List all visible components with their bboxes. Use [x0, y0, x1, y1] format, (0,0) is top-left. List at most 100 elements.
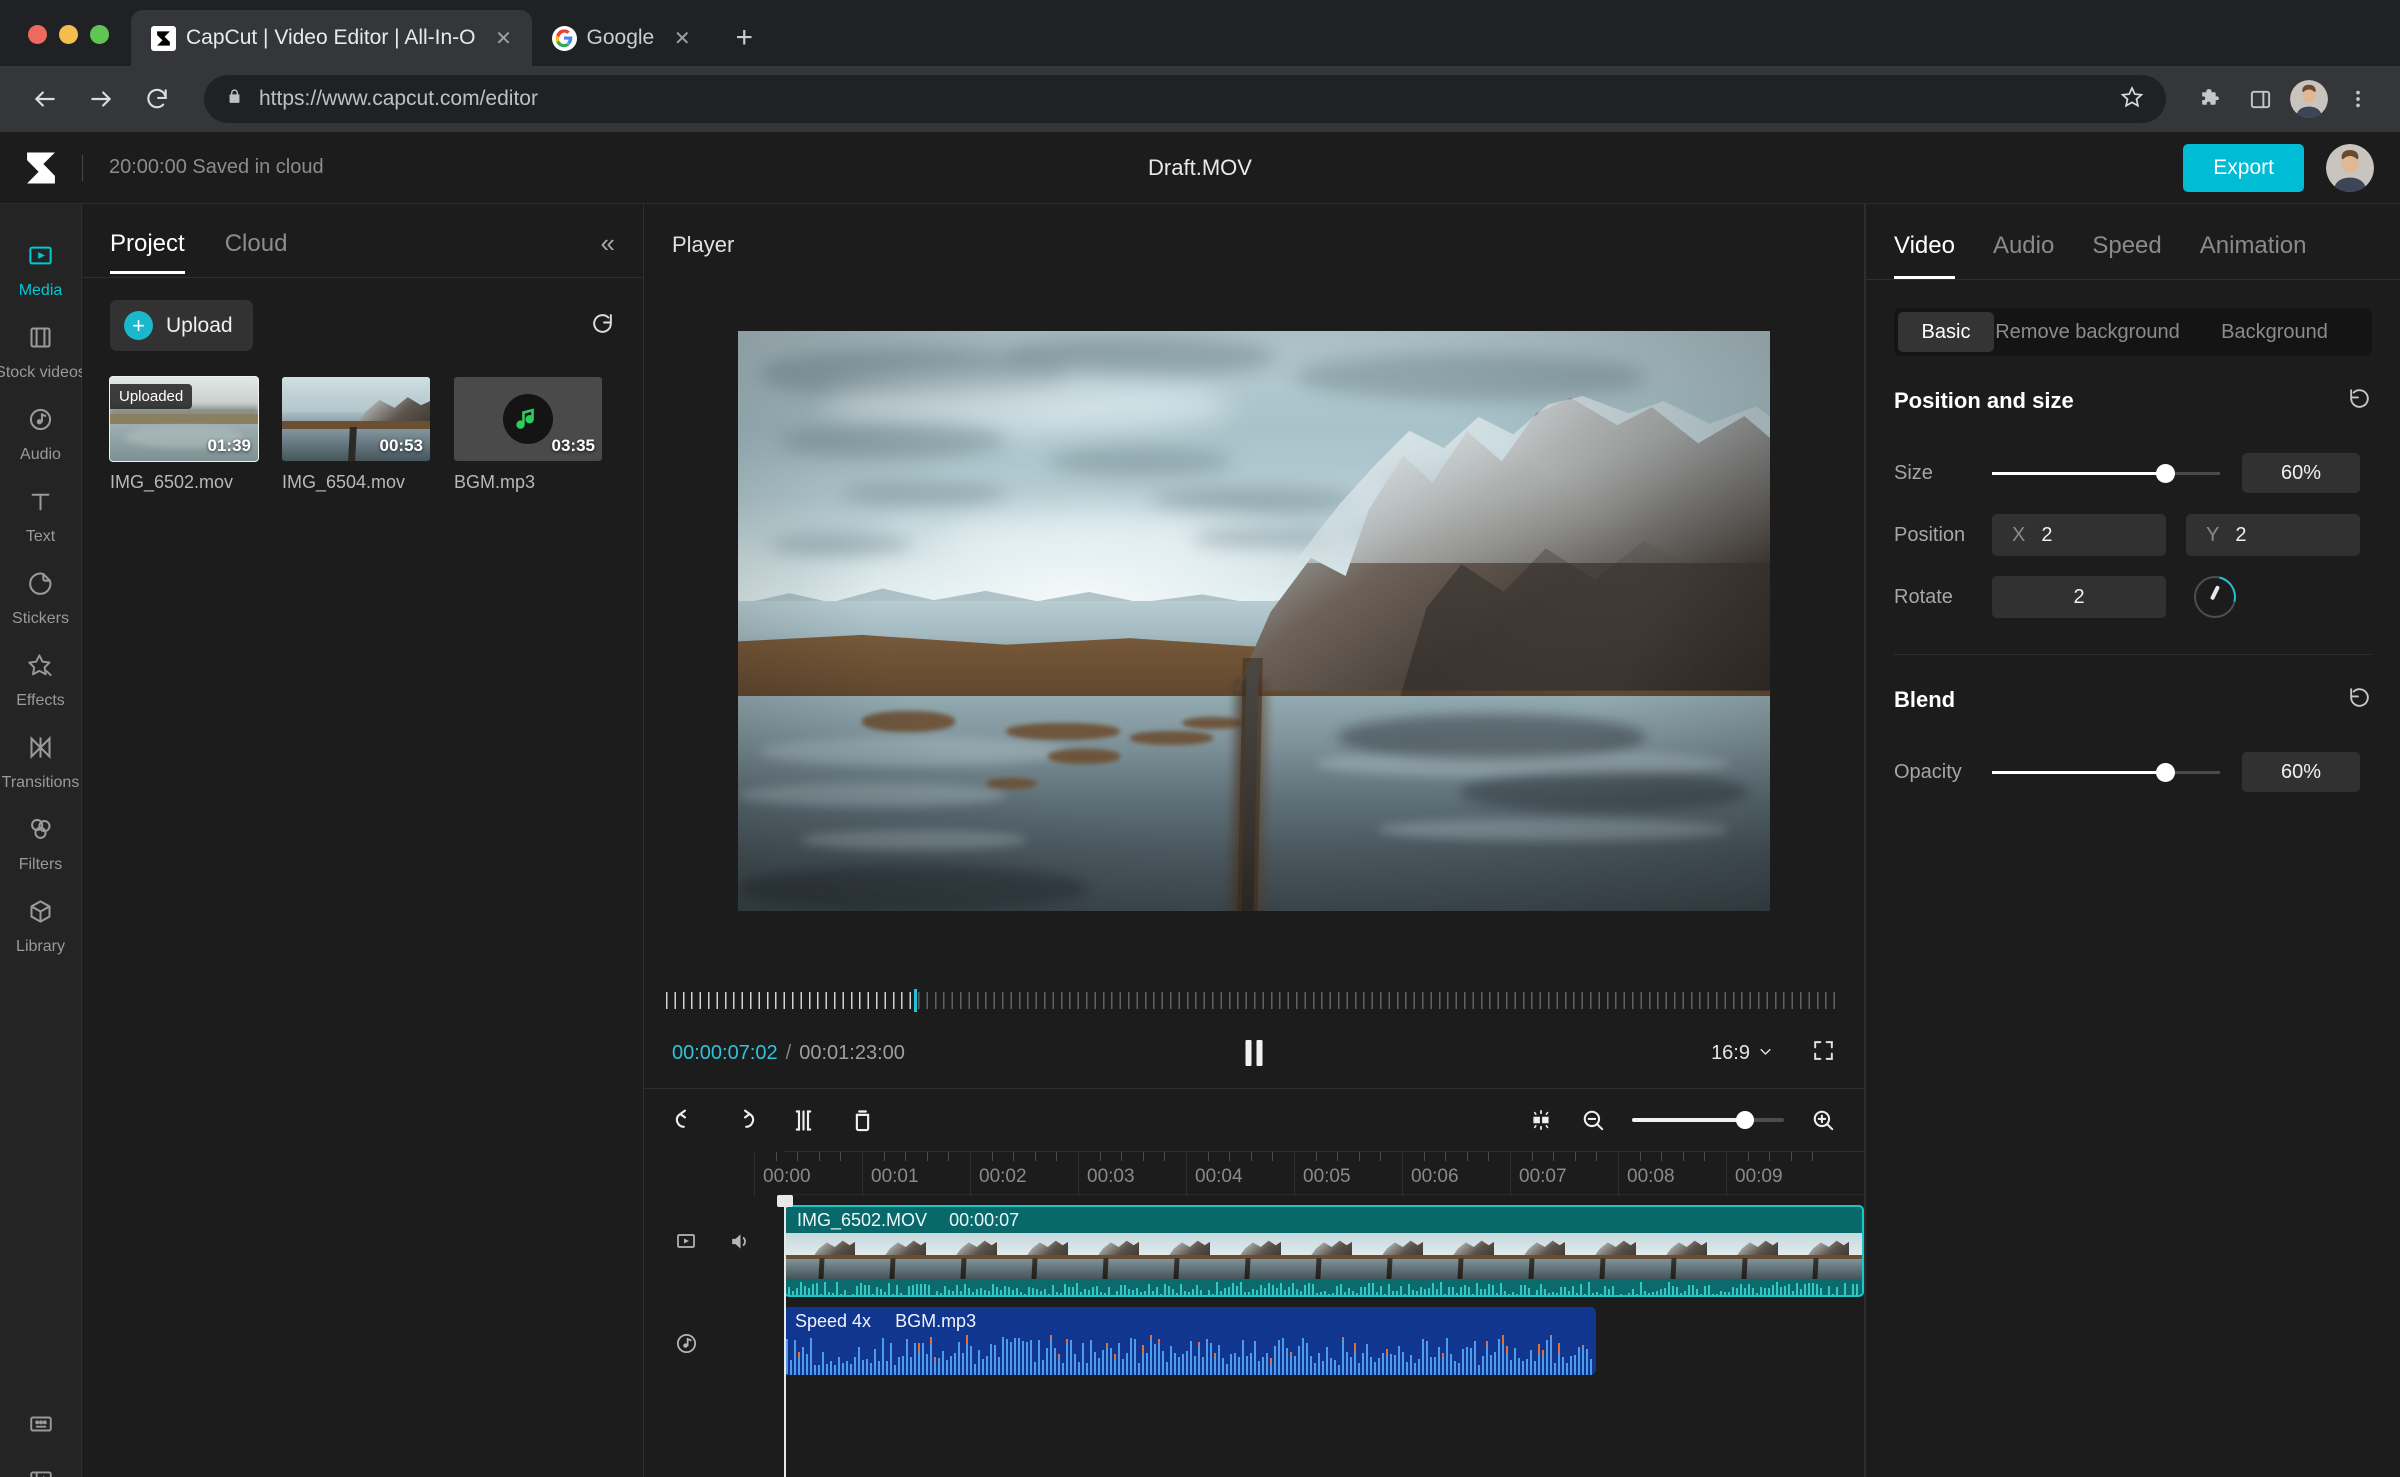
zoom-in-icon[interactable] — [1810, 1107, 1836, 1133]
timeline-clip-video[interactable]: IMG_6502.MOV 00:00:07 — [784, 1205, 1864, 1297]
fullscreen-icon[interactable] — [1811, 1038, 1836, 1068]
forward-arrow-icon[interactable] — [78, 76, 124, 122]
sidebar-item-text[interactable]: Text — [0, 474, 82, 556]
zoom-out-icon[interactable] — [1580, 1107, 1606, 1133]
redo-icon[interactable] — [731, 1107, 758, 1134]
address-bar[interactable]: https://www.capcut.com/editor — [204, 75, 2166, 123]
browser-tab-google[interactable]: Google ✕ — [532, 10, 711, 66]
reset-icon[interactable] — [2347, 386, 2372, 416]
aspect-ratio-selector[interactable]: 16:9 — [1711, 1042, 1773, 1065]
sidebar-item-transitions[interactable]: Transitions — [0, 720, 82, 802]
segment-remove-background[interactable]: Remove background — [1994, 312, 2181, 352]
tab-video[interactable]: Video — [1894, 232, 1955, 279]
rotate-dial-icon[interactable] — [2194, 576, 2236, 618]
side-panel-icon[interactable] — [2240, 79, 2280, 119]
media-item-bgm[interactable]: 03:35 BGM.mp3 — [454, 377, 602, 493]
video-preview[interactable] — [738, 331, 1770, 911]
rotate-value-input[interactable]: 2 — [1992, 576, 2166, 618]
back-arrow-icon[interactable] — [22, 76, 68, 122]
position-x-input[interactable]: X 2 — [1992, 514, 2166, 556]
segment-basic[interactable]: Basic — [1898, 312, 1994, 352]
player-scrubber[interactable] — [644, 984, 1864, 1018]
refresh-icon[interactable] — [590, 311, 615, 341]
maximize-window-button[interactable] — [90, 25, 109, 44]
waveform-bar — [1142, 1353, 1144, 1375]
timeline-playhead[interactable] — [784, 1195, 786, 1477]
zoom-slider-handle[interactable] — [1736, 1111, 1754, 1129]
waveform-bar — [1462, 1349, 1464, 1375]
waveform-bar — [880, 1289, 882, 1297]
tab-cloud[interactable]: Cloud — [225, 230, 288, 274]
media-item-img6502[interactable]: Uploaded 01:39 IMG_6502.mov — [110, 377, 258, 493]
reset-icon[interactable] — [2347, 685, 2372, 715]
media-thumbnail[interactable]: Uploaded 01:39 — [110, 377, 258, 461]
opacity-row: Opacity 60% — [1894, 741, 2372, 803]
tab-project[interactable]: Project — [110, 230, 185, 274]
media-thumbnail[interactable]: 03:35 — [454, 377, 602, 461]
volume-speaker-icon[interactable] — [728, 1229, 753, 1254]
new-tab-button[interactable]: + — [722, 16, 766, 60]
sidebar-item-media[interactable]: Media — [0, 228, 82, 310]
timeline-zoom-slider[interactable] — [1632, 1118, 1784, 1122]
user-avatar[interactable] — [2326, 144, 2374, 192]
browser-tab-close-icon[interactable]: ✕ — [492, 26, 516, 51]
tab-speed[interactable]: Speed — [2092, 232, 2161, 279]
size-value-input[interactable]: 60% — [2242, 453, 2360, 493]
waveform-bar — [860, 1283, 862, 1297]
audio-track-icon[interactable] — [674, 1331, 699, 1356]
waveform-bar — [1476, 1283, 1478, 1297]
waveform-bar — [1530, 1350, 1532, 1375]
scrubber-playhead[interactable] — [914, 989, 917, 1012]
bookmark-star-icon[interactable] — [2120, 85, 2144, 114]
export-button[interactable]: Export — [2183, 144, 2304, 192]
tab-audio[interactable]: Audio — [1993, 232, 2054, 279]
opacity-value-input[interactable]: 60% — [2242, 752, 2360, 792]
rotate-label: Rotate — [1894, 586, 1992, 609]
position-y-input[interactable]: Y 2 — [2186, 514, 2360, 556]
reload-icon[interactable] — [134, 76, 180, 122]
timeline-clip-audio[interactable]: Speed 4x BGM.mp3 — [784, 1307, 1596, 1375]
fit-to-screen-icon[interactable] — [1528, 1107, 1554, 1133]
media-item-img6504[interactable]: 00:53 IMG_6504.mov — [282, 377, 430, 493]
close-window-button[interactable] — [28, 25, 47, 44]
tab-animation[interactable]: Animation — [2200, 232, 2307, 279]
sidebar-item-library[interactable]: Library — [0, 884, 82, 966]
waveform-bar — [1852, 1284, 1854, 1297]
chevron-double-left-icon[interactable]: « — [601, 230, 615, 256]
pause-icon[interactable] — [1246, 1040, 1263, 1066]
three-dot-menu-icon[interactable] — [2338, 79, 2378, 119]
size-slider[interactable] — [1992, 472, 2220, 475]
segment-background[interactable]: Background — [2181, 312, 2368, 352]
minimize-window-button[interactable] — [59, 25, 78, 44]
lock-icon — [226, 88, 243, 110]
sidebar-item-effects[interactable]: Effects — [0, 638, 82, 720]
browser-profile-avatar[interactable] — [2290, 80, 2328, 118]
sidebar-item-stickers[interactable]: Stickers — [0, 556, 82, 638]
opacity-slider[interactable] — [1992, 771, 2220, 774]
split-icon[interactable] — [790, 1107, 817, 1134]
undo-icon[interactable] — [672, 1107, 699, 1134]
waveform-bar — [944, 1286, 946, 1297]
video-track-icon[interactable] — [674, 1229, 698, 1253]
opacity-slider-handle[interactable] — [2156, 763, 2175, 782]
project-title[interactable]: Draft.MOV — [1148, 155, 1252, 181]
sidebar-item-audio[interactable]: Audio — [0, 392, 82, 474]
waveform-bar — [1676, 1287, 1678, 1297]
ruler-minor-tick — [1251, 1152, 1252, 1161]
upload-button[interactable]: + Upload — [110, 300, 253, 351]
keyboard-shortcuts-icon[interactable] — [0, 1411, 82, 1437]
size-slider-handle[interactable] — [2156, 464, 2175, 483]
media-thumbnail[interactable]: 00:53 — [282, 377, 430, 461]
sidebar-item-stock-videos[interactable]: Stock videos — [0, 310, 82, 392]
browser-tab-capcut[interactable]: CapCut | Video Editor | All-In-O ✕ — [131, 10, 532, 66]
timeline-ruler[interactable]: 00:0000:0100:0200:0300:0400:0500:0600:07… — [784, 1151, 1864, 1195]
puzzle-extensions-icon[interactable] — [2190, 79, 2230, 119]
media-item-name: IMG_6504.mov — [282, 472, 430, 493]
waveform-bar — [1416, 1291, 1418, 1297]
collapse-panel-icon[interactable] — [0, 1467, 82, 1477]
delete-trash-icon[interactable] — [849, 1107, 876, 1134]
browser-tab-close-icon[interactable]: ✕ — [670, 26, 694, 51]
position-row: Position X 2 Y 2 — [1894, 504, 2372, 566]
sidebar-item-filters[interactable]: Filters — [0, 802, 82, 884]
capcut-logo-icon[interactable] — [0, 149, 82, 187]
